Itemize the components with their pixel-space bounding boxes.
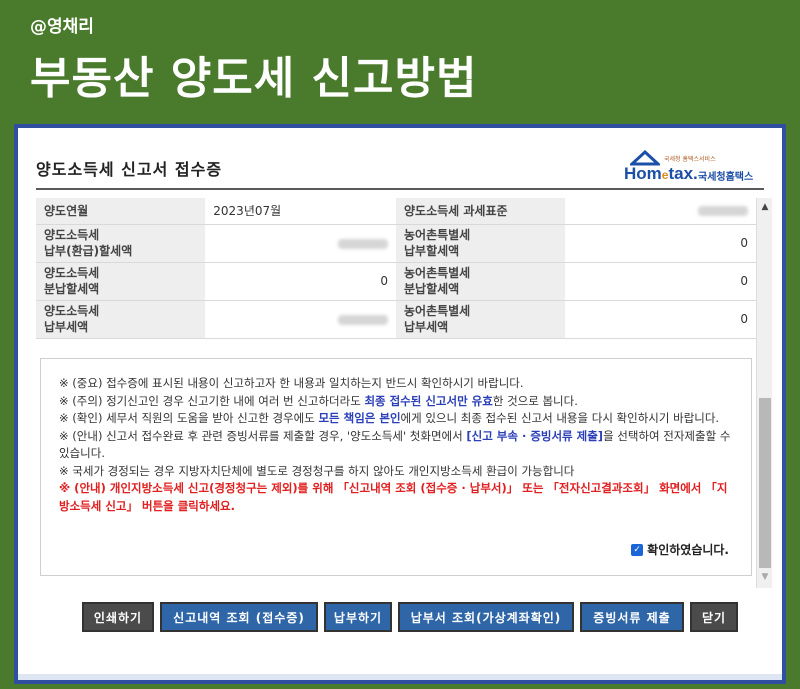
evidence-submit-button[interactable]: 증빙서류 제출 [580,602,684,632]
banner-title: 부동산 양도세 신고방법 [30,53,478,104]
value-paid-tax-blurred [205,300,396,339]
label-tax-base: 양도소득세 과세표준 [395,198,566,225]
confirm-label: 확인하였습니다. [647,542,729,557]
label-installment-tax: 양도소득세 분납할세액 [36,262,206,301]
notice-warning: ※ (안내) 개인지방소득세 신고(경정청구는 제외)를 위해 「신고내역 조회… [59,481,728,513]
notice-line: ※ 국세가 경정되는 경우 지방자치단체에 별도로 경정청구를 하지 않아도 개… [59,463,575,478]
logo-wordmark: Hometax. [624,164,698,183]
scroll-down-arrow-icon[interactable]: ▼ [757,572,773,586]
table-row: 양도소득세 납부세액 농어촌특별세 납부세액 0 [36,300,756,339]
table-row: 양도소득세 납부(환급)할세액 농어촌특별세 납부할세액 0 [36,224,756,263]
notice-line: ※ (중요) 접수증에 표시된 내용이 신고하고자 한 내용과 일치하는지 반드… [59,376,524,390]
action-buttons: 인쇄하기 신고내역 조회 (접수증) 납부하기 납부서 조회(가상계좌확인) 증… [18,602,782,632]
window-title: 양도소득세 신고서 접수증 [36,160,223,179]
value-rural-installment: 0 [565,262,756,301]
print-button[interactable]: 인쇄하기 [82,602,154,632]
label-transfer-month: 양도연월 [36,198,206,225]
scroll-up-arrow-icon[interactable]: ▲ [757,202,773,216]
label-rural-installment: 농어촌특별세 분납할세액 [395,262,566,301]
receipt-window: 양도소득세 신고서 접수증 국세청 홈택스서비스 Hometax. 국세청홈택스… [14,124,786,684]
notice-line: ※ (확인) 세무서 직원의 도움을 받아 신고한 경우에도 모든 책임은 본인… [59,411,720,425]
value-transfer-month: 2023년07월 [205,198,396,225]
value-tax-base-blurred [565,198,756,225]
hometax-logo: 국세청 홈택스서비스 Hometax. 국세청홈택스 [624,148,764,186]
close-button[interactable]: 닫기 [690,602,738,632]
notice-line: ※ (주의) 정기신고인 경우 신고기한 내에 여러 번 신고하더라도 최종 접… [59,393,578,408]
label-paid-tax: 양도소득세 납부세액 [36,300,206,339]
confirm-checkbox[interactable]: ✓ 확인하였습니다. [631,542,729,560]
bill-lookup-button[interactable]: 납부서 조회(가상계좌확인) [398,602,574,632]
logo-korean: 국세청홈택스 [698,172,754,183]
table-row: 양도연월 2023년07월 양도소득세 과세표준 [36,198,756,225]
tax-summary-table: 양도연월 2023년07월 양도소득세 과세표준 양도소득세 납부(환급)할세액… [36,198,756,339]
window-header: 양도소득세 신고서 접수증 국세청 홈택스서비스 Hometax. 국세청홈택스 [36,146,764,190]
scroll-thumb[interactable] [759,398,771,568]
logo-subtitle: 국세청 홈택스서비스 [664,156,716,163]
checkbox-checked-icon[interactable]: ✓ [631,544,644,556]
label-rural-paid: 농어촌특별세 납부세액 [395,300,566,339]
notice-line: ※ (안내) 신고서 접수완료 후 관련 증빙서류를 제출할 경우, '양도소득… [59,428,731,461]
content-scroll-area[interactable]: 양도연월 2023년07월 양도소득세 과세표준 양도소득세 납부(환급)할세액… [36,198,756,588]
bottom-strip [18,674,782,680]
value-rural-payable: 0 [565,224,756,263]
value-installment-tax: 0 [205,262,396,301]
label-payable-tax: 양도소득세 납부(환급)할세액 [36,224,206,263]
author-handle: @영채리 [30,17,94,37]
label-rural-payable: 농어촌특별세 납부할세액 [395,224,566,263]
vertical-scrollbar[interactable]: ▲ ▼ [756,198,772,588]
value-rural-paid: 0 [565,300,756,339]
table-row: 양도소득세 분납할세액 0 농어촌특별세 분납할세액 0 [36,262,756,301]
notice-box: ※ (중요) 접수증에 표시된 내용이 신고하고자 한 내용과 일치하는지 반드… [40,358,752,576]
history-button[interactable]: 신고내역 조회 (접수증) [160,602,318,632]
pay-button[interactable]: 납부하기 [324,602,392,632]
value-payable-tax-blurred [205,224,396,263]
